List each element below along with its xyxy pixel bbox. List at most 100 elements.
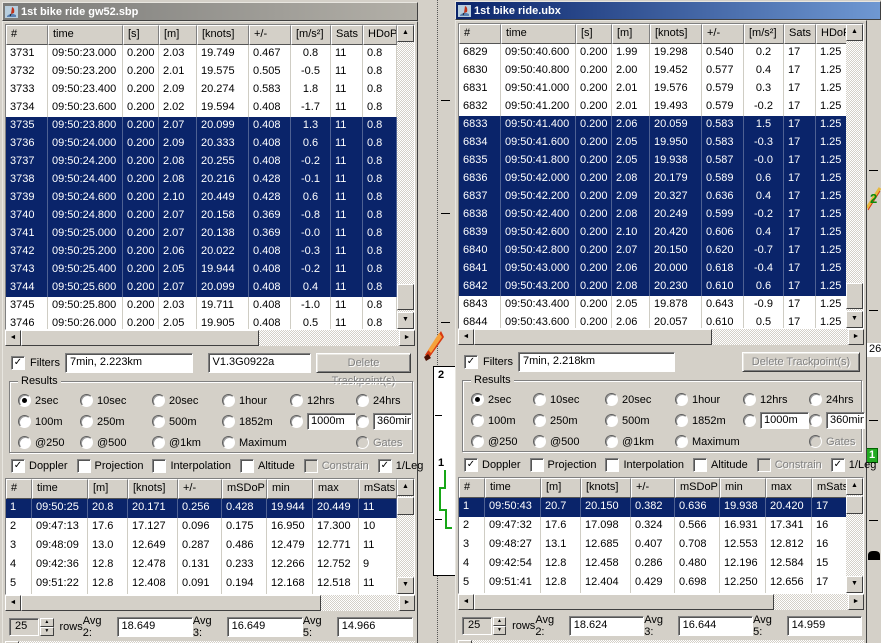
- table-row[interactable]: 374009:50:24.8000.2002.0720.1580.369-0.8…: [6, 207, 397, 225]
- table-row[interactable]: 373609:50:24.0000.2002.0920.3330.4080.61…: [6, 135, 397, 153]
- table-row[interactable]: 373209:50:23.2000.2002.0119.5750.505-0.5…: [6, 63, 397, 81]
- column-header[interactable]: +/-: [249, 25, 291, 45]
- column-header[interactable]: max: [766, 478, 812, 498]
- scroll-down-button[interactable]: ▼: [397, 312, 414, 329]
- scroll-left-button[interactable]: ◄: [458, 594, 474, 610]
- avg5-field[interactable]: 14.966: [337, 617, 413, 637]
- table-row[interactable]: 683609:50:42.0000.2002.0820.1790.5890.61…: [459, 170, 846, 188]
- filters-checkbox[interactable]: ✓: [11, 356, 25, 370]
- table-row[interactable]: 209:47:3217.617.0980.3240.56616.93117.34…: [459, 517, 846, 536]
- table-row[interactable]: 309:48:0913.012.6490.2870.48612.47912.77…: [6, 537, 397, 556]
- table-row[interactable]: 684209:50:43.2000.2002.0820.2300.6100.61…: [459, 278, 846, 296]
- radio-10sec[interactable]: [533, 393, 546, 406]
- table-row[interactable]: 683109:50:41.0000.2002.0119.5760.5790.31…: [459, 80, 846, 98]
- column-header[interactable]: [s]: [123, 25, 159, 45]
- table-row[interactable]: 683409:50:41.6000.2002.0519.9500.583-0.3…: [459, 134, 846, 152]
- radio-value-field[interactable]: 360min: [373, 413, 412, 430]
- column-header[interactable]: [m]: [612, 24, 650, 44]
- checkbox-altitude[interactable]: ✓: [240, 459, 254, 473]
- table-row[interactable]: 684309:50:43.4000.2002.0519.8780.643-0.9…: [459, 296, 846, 314]
- results-hscrollbar[interactable]: ◄ ►: [458, 594, 864, 610]
- column-header[interactable]: min: [720, 478, 766, 498]
- radio-value-field[interactable]: 1000m: [307, 413, 356, 430]
- table-row[interactable]: 373809:50:24.4000.2002.0820.2160.428-0.1…: [6, 171, 397, 189]
- column-header[interactable]: time: [485, 478, 541, 498]
- checkbox-interpolation[interactable]: ✓: [605, 458, 619, 472]
- scrollbar-track[interactable]: [846, 41, 863, 311]
- column-header[interactable]: mSats: [359, 479, 397, 499]
- table-row[interactable]: 509:51:4112.812.4040.4290.69812.25012.65…: [459, 574, 846, 593]
- radio-24hrs[interactable]: [356, 394, 369, 407]
- scroll-up-button[interactable]: ▲: [397, 479, 414, 496]
- column-header[interactable]: HDoP: [816, 24, 846, 44]
- checkbox-doppler[interactable]: ✓: [464, 458, 478, 472]
- checkbox-altitude[interactable]: ✓: [693, 458, 707, 472]
- version-field[interactable]: V1.3G0922a: [208, 353, 312, 373]
- table-row[interactable]: 373309:50:23.4000.2002.0920.2740.5831.81…: [6, 81, 397, 99]
- column-header[interactable]: Sats: [784, 24, 816, 44]
- scroll-down-button[interactable]: ▼: [846, 311, 863, 328]
- scrollbar-thumb[interactable]: [397, 284, 414, 310]
- avg5-field[interactable]: 14.959: [787, 616, 862, 636]
- column-header[interactable]: [m/s²]: [291, 25, 331, 45]
- spinner-down-button[interactable]: ▼: [493, 626, 506, 635]
- table-row[interactable]: 374209:50:25.2000.2002.0620.0220.408-0.3…: [6, 243, 397, 261]
- scrollbar-thumb[interactable]: [21, 330, 259, 346]
- scroll-right-button[interactable]: ►: [848, 329, 864, 345]
- column-header[interactable]: mSats: [812, 478, 846, 498]
- scroll-left-button[interactable]: ◄: [458, 329, 474, 345]
- radio-1852m[interactable]: [675, 414, 688, 427]
- checkbox-projection[interactable]: ✓: [77, 459, 91, 473]
- column-header[interactable]: #: [6, 25, 48, 45]
- results-vscrollbar[interactable]: ▲ ▼: [846, 478, 863, 593]
- table-row[interactable]: 683209:50:41.2000.2002.0119.4930.579-0.2…: [459, 98, 846, 116]
- scrollbar-thumb[interactable]: [21, 595, 321, 611]
- table-row[interactable]: 684109:50:43.0000.2002.0620.0000.618-0.4…: [459, 260, 846, 278]
- scroll-up-button[interactable]: ▲: [846, 478, 863, 495]
- radio-2sec[interactable]: [471, 393, 484, 406]
- radio-24hrs[interactable]: [809, 393, 822, 406]
- column-header[interactable]: #: [6, 479, 32, 499]
- column-header[interactable]: max: [313, 479, 359, 499]
- scrollbar-track[interactable]: [397, 42, 414, 312]
- scroll-up-button[interactable]: ▲: [846, 24, 863, 41]
- radio-250[interactable]: [18, 436, 31, 449]
- table-row[interactable]: 374409:50:25.6000.2002.0720.0990.4080.41…: [6, 279, 397, 297]
- table-row[interactable]: 683009:50:40.8000.2002.0019.4520.5770.41…: [459, 62, 846, 80]
- column-header[interactable]: [knots]: [650, 24, 702, 44]
- avg3-field[interactable]: 16.649: [227, 617, 303, 637]
- radio-value-field[interactable]: 360min: [826, 412, 865, 429]
- radio-250[interactable]: [471, 435, 484, 448]
- scrollbar-thumb[interactable]: [846, 283, 863, 309]
- scroll-right-button[interactable]: ►: [848, 594, 864, 610]
- table-row[interactable]: 374309:50:25.4000.2002.0519.9440.408-0.2…: [6, 261, 397, 279]
- radio-360min[interactable]: [809, 414, 822, 427]
- radio-500[interactable]: [533, 435, 546, 448]
- radio-250m[interactable]: [533, 414, 546, 427]
- checkbox-1leg[interactable]: ✓: [378, 459, 392, 473]
- checkbox-interpolation[interactable]: ✓: [152, 459, 166, 473]
- table-row[interactable]: 209:47:1317.617.1270.0960.17516.95017.30…: [6, 518, 397, 537]
- column-header[interactable]: +/-: [631, 478, 675, 498]
- table-row[interactable]: 373509:50:23.8000.2002.0720.0990.4081.31…: [6, 117, 397, 135]
- checkbox-doppler[interactable]: ✓: [11, 459, 25, 473]
- radio-100m[interactable]: [18, 415, 31, 428]
- radio-360min[interactable]: [356, 415, 369, 428]
- rows-spinner-value[interactable]: 25: [9, 618, 39, 636]
- table-row[interactable]: 109:50:4320.720.1500.3820.63619.93820.42…: [459, 498, 846, 517]
- table-row[interactable]: 373409:50:23.6000.2002.0219.5940.408-1.7…: [6, 99, 397, 117]
- column-header[interactable]: [s]: [576, 24, 612, 44]
- column-header[interactable]: mSDoP: [222, 479, 267, 499]
- trackpoint-hscrollbar[interactable]: ◄ ►: [458, 329, 864, 345]
- results-vscrollbar[interactable]: ▲ ▼: [397, 479, 414, 594]
- spinner-down-button[interactable]: ▼: [40, 627, 53, 636]
- radio-maximum[interactable]: [222, 436, 235, 449]
- column-header[interactable]: [knots]: [581, 478, 631, 498]
- table-row[interactable]: 684009:50:42.8000.2002.0720.1500.620-0.7…: [459, 242, 846, 260]
- scrollbar-thumb[interactable]: [474, 594, 774, 610]
- results-hscrollbar[interactable]: ◄ ►: [5, 595, 415, 611]
- filter-summary-field[interactable]: 7min, 2.223km: [65, 353, 193, 373]
- radio-1hour[interactable]: [675, 393, 688, 406]
- radio-20sec[interactable]: [152, 394, 165, 407]
- table-row[interactable]: 373709:50:24.2000.2002.0820.2550.408-0.2…: [6, 153, 397, 171]
